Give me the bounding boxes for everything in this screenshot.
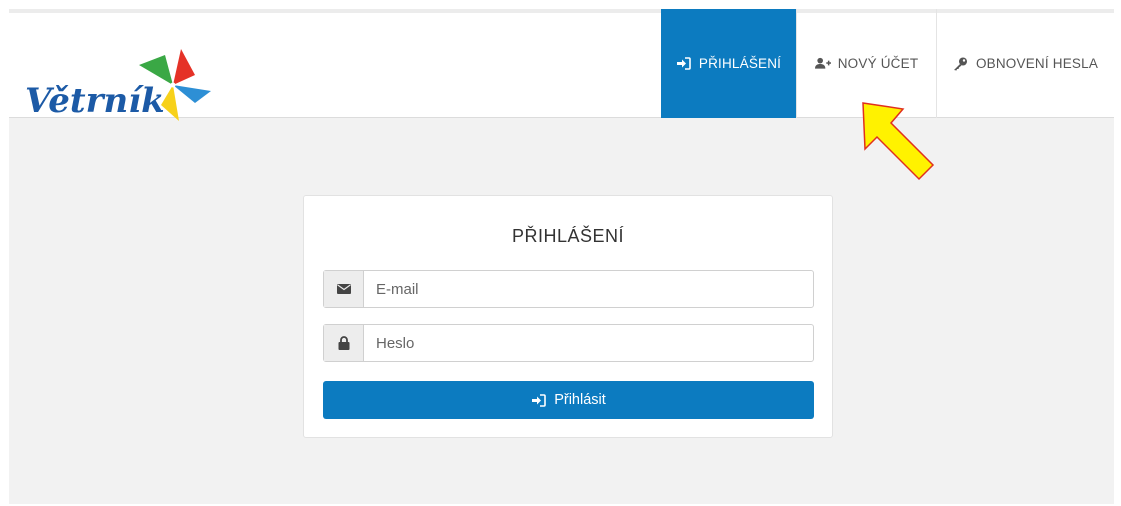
key-icon [953, 57, 969, 71]
annotation-arrow-icon [862, 102, 935, 181]
lock-icon [324, 325, 364, 361]
top-navbar: Větrník PŘIHLÁŠENÍ NOVÝ ÚČET OBNOVENÍ HE… [9, 9, 1114, 121]
password-field[interactable] [364, 325, 813, 361]
password-input-group [323, 324, 814, 362]
user-plus-icon [814, 57, 831, 71]
nav-login[interactable]: PŘIHLÁŠENÍ [661, 9, 796, 118]
nav-login-label: PŘIHLÁŠENÍ [698, 56, 782, 71]
logo[interactable]: Větrník [17, 31, 211, 121]
email-input-group [323, 270, 814, 308]
sign-in-icon [676, 57, 692, 71]
email-field[interactable] [364, 271, 813, 307]
page-frame: Větrník PŘIHLÁŠENÍ NOVÝ ÚČET OBNOVENÍ HE… [9, 9, 1114, 504]
login-submit-label: Přihlásit [554, 392, 606, 408]
nav-new-account-label: NOVÝ ÚČET [837, 56, 919, 71]
login-card: PŘIHLÁŠENÍ E-mail Přihlásit [303, 195, 833, 438]
sign-in-icon [531, 393, 547, 407]
login-title: PŘIHLÁŠENÍ [511, 226, 625, 246]
envelope-icon [324, 271, 364, 307]
brand-name: Větrník [25, 81, 165, 121]
login-submit-button[interactable]: Přihlásit [323, 381, 814, 419]
nav-reset-password-label: OBNOVENÍ HESLA [975, 56, 1099, 71]
nav-reset-password[interactable]: OBNOVENÍ HESLA [936, 9, 1114, 118]
